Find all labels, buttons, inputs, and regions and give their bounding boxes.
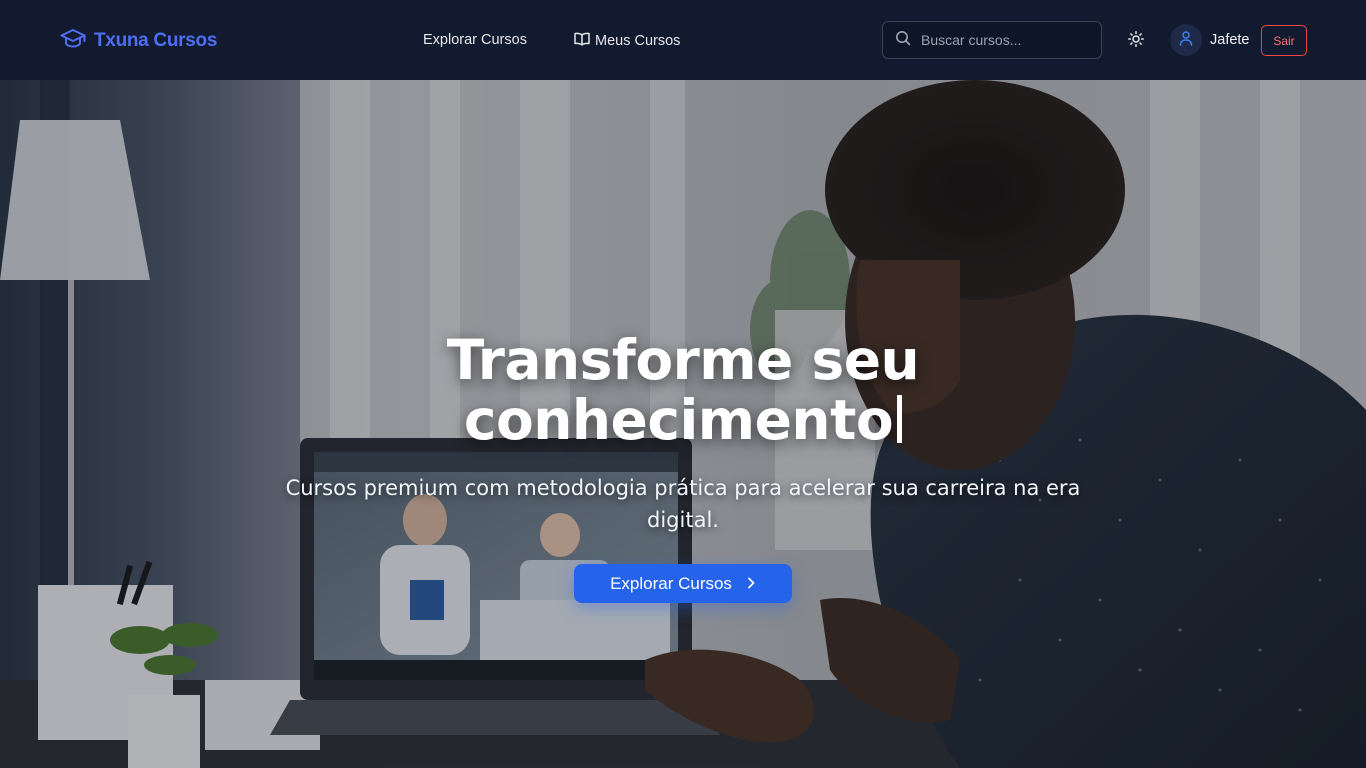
user-menu[interactable]: Jafete xyxy=(1170,24,1250,56)
brand-logo-link[interactable]: Txuna Cursos xyxy=(60,28,217,54)
chevron-right-icon xyxy=(746,574,756,594)
nav-my-courses-label: Meus Cursos xyxy=(595,33,681,49)
book-open-icon xyxy=(574,32,590,50)
nav-my-courses[interactable]: Meus Cursos xyxy=(574,32,680,50)
top-navbar: Txuna Cursos Explorar Cursos Meus Cursos xyxy=(0,0,1366,80)
avatar xyxy=(1170,24,1202,56)
sun-icon xyxy=(1128,31,1144,51)
hero-title: Transforme seu conhecimento xyxy=(0,330,1366,450)
hero-subtitle: Cursos premium com metodologia prática p… xyxy=(285,476,1081,532)
hero-title-word: conhecimento xyxy=(463,388,894,452)
user-icon xyxy=(1178,30,1194,50)
theme-toggle-button[interactable] xyxy=(1124,29,1148,53)
hero-section: Transforme seu conhecimento Cursos premi… xyxy=(0,80,1366,768)
user-name: Jafete xyxy=(1210,32,1250,48)
logout-button[interactable]: Sair xyxy=(1261,25,1307,56)
hero-title-line-1: Transforme seu xyxy=(446,328,920,392)
search-input[interactable] xyxy=(921,32,1081,48)
hero-title-line-2: conhecimento xyxy=(0,390,1366,450)
typing-caret xyxy=(897,395,903,443)
cta-label: Explorar Cursos xyxy=(610,573,732,593)
graduation-cap-icon xyxy=(60,28,86,54)
nav-explore-courses[interactable]: Explorar Cursos xyxy=(423,32,527,48)
nav-explore-label: Explorar Cursos xyxy=(423,32,527,48)
explore-courses-button[interactable]: Explorar Cursos xyxy=(574,564,792,603)
search-icon xyxy=(895,30,911,50)
hero-content: Transforme seu conhecimento Cursos premi… xyxy=(0,80,1366,768)
search-box xyxy=(882,21,1102,59)
brand-name: Txuna Cursos xyxy=(94,30,218,51)
